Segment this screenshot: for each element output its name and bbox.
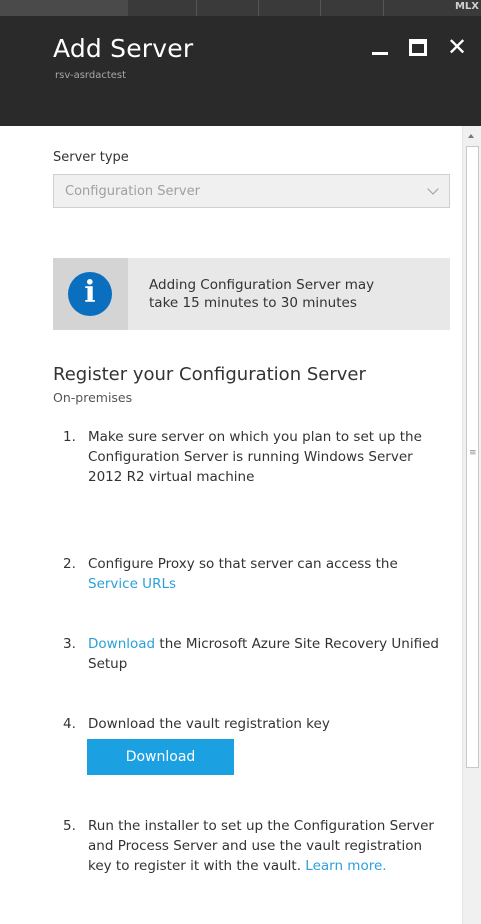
chevron-down-icon — [427, 183, 439, 195]
info-message-line: Adding Configuration Server may — [149, 277, 375, 293]
taskbar-divider — [258, 0, 259, 16]
vertical-scrollbar[interactable]: ≡ — [462, 126, 481, 924]
taskbar-divider — [320, 0, 321, 16]
info-banner: i Adding Configuration Server may take 1… — [53, 258, 450, 330]
taskbar-strip: MLX — [0, 0, 481, 16]
info-icon-container: i — [53, 258, 128, 330]
step-text-part: Configure Proxy so that server can acces… — [88, 556, 398, 572]
close-icon[interactable]: ✕ — [446, 35, 468, 59]
server-type-value: Configuration Server — [65, 184, 200, 199]
blade-header: Add Server rsv-asrdactest ✕ — [0, 16, 481, 126]
download-setup-link[interactable]: Download — [88, 636, 155, 652]
blade-title: Add Server — [53, 34, 194, 63]
step-number: 3. — [63, 636, 76, 652]
step-text: Configure Proxy so that server can acces… — [88, 554, 450, 594]
scrollbar-grip-icon: ≡ — [469, 448, 477, 458]
step-text: Download the Microsoft Azure Site Recove… — [88, 634, 450, 674]
step-number: 2. — [63, 556, 76, 572]
server-type-label: Server type — [53, 150, 129, 165]
scroll-up-arrow-icon[interactable] — [468, 134, 474, 138]
step-text: Download the vault registration key — [88, 716, 330, 732]
blade-content: Server type Configuration Server i Addin… — [0, 126, 462, 924]
step-number: 1. — [63, 429, 76, 445]
info-icon: i — [68, 272, 112, 316]
section-title: Register your Configuration Server — [53, 364, 366, 385]
info-message-line: take 15 minutes to 30 minutes — [149, 295, 357, 311]
blade-subtitle: rsv-asrdactest — [55, 70, 127, 81]
learn-more-link[interactable]: Learn more. — [305, 858, 386, 874]
maximize-icon[interactable] — [407, 36, 429, 58]
service-urls-link[interactable]: Service URLs — [88, 576, 176, 592]
info-message: Adding Configuration Server may take 15 … — [149, 276, 439, 312]
download-key-button[interactable]: Download — [87, 739, 234, 775]
taskbar-divider — [196, 0, 197, 16]
step-number: 4. — [63, 716, 76, 732]
taskbar-active-segment — [0, 0, 128, 16]
minimize-icon[interactable] — [370, 36, 392, 58]
step-number: 5. — [63, 818, 76, 834]
step-text: Make sure server on which you plan to se… — [88, 429, 422, 485]
step-text: Run the installer to set up the Configur… — [88, 816, 450, 876]
section-subtitle: On-premises — [53, 390, 133, 405]
server-type-select[interactable]: Configuration Server — [53, 174, 450, 208]
taskbar-divider — [383, 0, 384, 16]
taskbar-label: MLX — [454, 1, 479, 12]
